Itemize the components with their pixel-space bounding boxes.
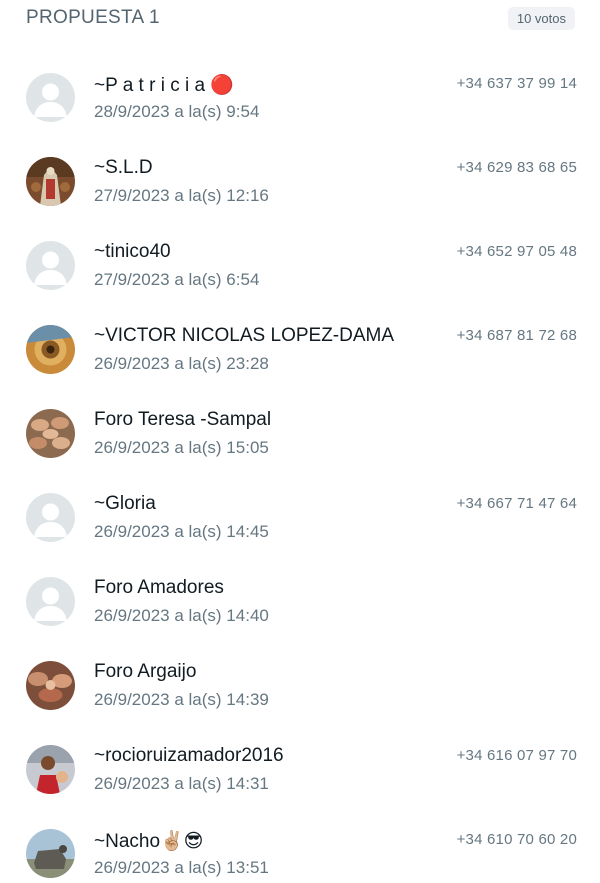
photo-avatar[interactable] [26, 829, 75, 878]
voter-name: Foro Amadores [94, 577, 224, 598]
vote-timestamp: 26/9/2023 a la(s) 14:39 [94, 690, 269, 709]
default-avatar-icon[interactable] [26, 577, 75, 626]
vote-timestamp: 26/9/2023 a la(s) 14:31 [94, 774, 269, 793]
voter-row[interactable]: Foro Teresa -Sampal 26/9/2023 a la(s) 15… [0, 392, 600, 476]
voter-phone: +34 652 97 05 48 [456, 243, 577, 260]
proposal-title: PROPUESTA 1 [26, 7, 160, 28]
voter-row[interactable]: ~tinico40 27/9/2023 a la(s) 6:54 +34 652… [0, 224, 600, 308]
photo-avatar[interactable] [26, 745, 75, 794]
vote-timestamp: 27/9/2023 a la(s) 6:54 [94, 270, 260, 289]
vote-timestamp: 26/9/2023 a la(s) 14:40 [94, 606, 269, 625]
voter-name: ~Gloria [94, 493, 156, 514]
vote-timestamp: 26/9/2023 a la(s) 14:45 [94, 522, 269, 541]
voter-row[interactable]: Foro Argaijo 26/9/2023 a la(s) 14:39 [0, 644, 600, 728]
voter-phone: +34 610 70 60 20 [456, 831, 577, 848]
voter-name: ~rocioruizamador2016 [94, 745, 284, 766]
vote-timestamp: 26/9/2023 a la(s) 23:28 [94, 354, 269, 373]
photo-avatar[interactable] [26, 409, 75, 458]
voter-row[interactable]: ~VICTOR NICOLAS LOPEZ-DAMA 26/9/2023 a l… [0, 308, 600, 392]
poll-votes-screen: PROPUESTA 1 10 votos ~P a t r i c i a 🔴 … [0, 0, 600, 883]
voter-phone: +34 637 37 99 14 [456, 75, 577, 92]
photo-avatar[interactable] [26, 157, 75, 206]
proposal-header: PROPUESTA 1 10 votos [0, 0, 600, 40]
photo-avatar[interactable] [26, 661, 75, 710]
vote-timestamp: 27/9/2023 a la(s) 12:16 [94, 186, 269, 205]
voter-phone: +34 629 83 68 65 [456, 159, 577, 176]
voter-row[interactable]: ~Gloria 26/9/2023 a la(s) 14:45 +34 667 … [0, 476, 600, 560]
voter-row[interactable]: ~S.L.D 27/9/2023 a la(s) 12:16 +34 629 8… [0, 140, 600, 224]
voter-name: ~tinico40 [94, 241, 171, 262]
vote-timestamp: 26/9/2023 a la(s) 13:51 [94, 858, 269, 877]
voter-name: ~Nacho✌🏼😎 [94, 831, 204, 852]
voter-phone: +34 687 81 72 68 [456, 327, 577, 344]
default-avatar-icon[interactable] [26, 493, 75, 542]
voter-name: ~S.L.D [94, 157, 153, 178]
voter-row[interactable]: ~rocioruizamador2016 26/9/2023 a la(s) 1… [0, 728, 600, 812]
voter-name: ~P a t r i c i a 🔴 [94, 75, 234, 96]
voter-row[interactable]: Foro Amadores 26/9/2023 a la(s) 14:40 [0, 560, 600, 644]
photo-avatar[interactable] [26, 325, 75, 374]
voter-phone: +34 667 71 47 64 [456, 495, 577, 512]
vote-timestamp: 26/9/2023 a la(s) 15:05 [94, 438, 269, 457]
voter-name: Foro Teresa -Sampal [94, 409, 272, 430]
voter-list: ~P a t r i c i a 🔴 28/9/2023 a la(s) 9:5… [0, 56, 600, 883]
default-avatar-icon[interactable] [26, 241, 75, 290]
vote-timestamp: 28/9/2023 a la(s) 9:54 [94, 102, 260, 121]
voter-row[interactable]: ~P a t r i c i a 🔴 28/9/2023 a la(s) 9:5… [0, 56, 600, 140]
default-avatar-icon[interactable] [26, 73, 75, 122]
voter-row[interactable]: ~Nacho✌🏼😎 26/9/2023 a la(s) 13:51 +34 61… [0, 812, 600, 883]
voter-name: ~VICTOR NICOLAS LOPEZ-DAMA [94, 325, 395, 346]
votes-count-badge: 10 votos [507, 7, 575, 30]
voter-phone: +34 616 07 97 70 [456, 747, 577, 764]
voter-name: Foro Argaijo [94, 661, 197, 682]
